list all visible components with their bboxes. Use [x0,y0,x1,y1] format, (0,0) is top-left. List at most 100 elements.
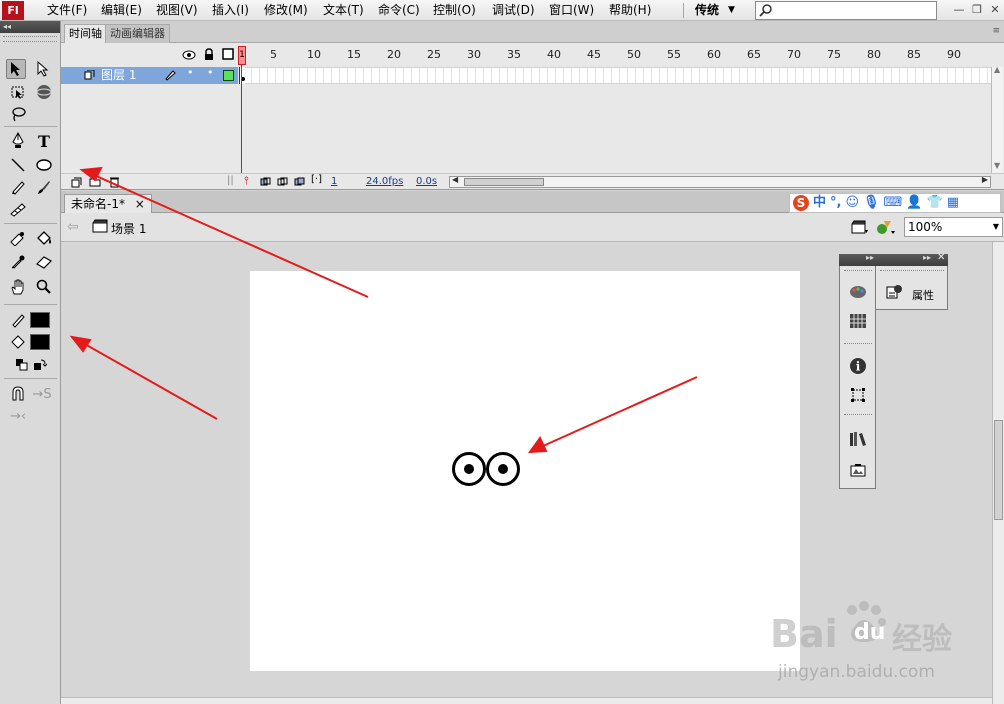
panel-collapse-icon[interactable]: ◂◂ [0,21,60,33]
dock-grip[interactable] [844,414,872,418]
fill-color-icon[interactable] [8,332,28,352]
stage[interactable] [250,271,800,671]
delete-layer-icon[interactable] [109,176,120,188]
playhead[interactable]: 1 [238,46,246,65]
restore-icon[interactable]: ❐ [970,3,984,17]
dock-header[interactable]: ▸▸ ▸▸ ✕ [839,252,948,266]
outline-color-icon[interactable] [223,70,234,81]
dock-grip[interactable] [844,270,872,274]
frames-row[interactable] [243,67,991,84]
menu-modify[interactable]: 修改(M) [264,2,308,19]
onion-skin-outlines-icon[interactable] [277,177,288,187]
skin-icon[interactable]: 👕 [927,195,943,211]
ime-punctuation-toggle[interactable]: °, [830,195,841,211]
right-eye[interactable] [486,452,520,486]
panel-menu-icon[interactable]: ≡ [992,26,1000,36]
paint-bucket-tool-icon[interactable] [34,228,54,248]
timeline-horizontal-scrollbar[interactable]: ◀ ▶ [449,175,991,188]
stage-horizontal-scrollbar[interactable] [61,697,992,704]
dock-grip[interactable] [880,270,944,274]
free-transform-tool-icon[interactable] [8,82,28,102]
components-icon[interactable] [848,460,868,480]
onion-skin-icon[interactable] [260,177,271,187]
back-arrow-icon[interactable]: ⇦ [67,219,79,235]
scrollbar-thumb[interactable] [994,420,1003,520]
chevron-down-icon[interactable]: ▼ [993,218,999,236]
scene-breadcrumb[interactable]: 场景 1 [111,220,146,237]
subselection-tool-icon[interactable] [33,59,53,79]
fill-color-swatch[interactable] [30,334,50,350]
scrollbar-thumb[interactable] [464,178,544,186]
zoom-tool-icon[interactable] [34,277,54,297]
current-frame-readout[interactable]: 1 [331,176,337,187]
pencil-tool-icon[interactable] [8,177,28,197]
menu-commands[interactable]: 命令(C) [378,2,420,19]
grid-menu-icon[interactable]: ▦ [947,195,959,211]
snap-magnet-icon[interactable] [8,384,28,404]
menu-edit[interactable]: 编辑(E) [101,2,142,19]
left-eye[interactable] [452,452,486,486]
smooth-icon[interactable]: →S [32,384,52,404]
library-icon[interactable] [848,429,868,449]
keyboard-icon[interactable]: ⌨ [884,195,903,211]
close-tab-icon[interactable]: × [135,197,145,211]
eraser-tool-icon[interactable] [34,252,54,272]
menu-insert[interactable]: 插入(I) [212,2,249,19]
user-icon[interactable]: 👤 [906,195,922,211]
menu-debug[interactable]: 调试(D) [492,2,535,19]
search-input[interactable] [755,1,937,20]
zoom-dropdown[interactable]: 100% ▼ [904,217,1003,237]
frame-rate-readout[interactable]: 24.0fps [366,176,403,187]
new-layer-icon[interactable] [71,177,82,188]
brush-tool-icon[interactable] [34,177,54,197]
line-tool-icon[interactable] [8,155,28,175]
new-folder-icon[interactable] [89,177,101,187]
center-frame-icon[interactable]: ⫯ [244,174,249,188]
microphone-icon[interactable]: 🎙 [863,195,880,211]
document-tab[interactable]: 未命名-1* × [64,194,152,213]
color-palette-icon[interactable] [848,282,868,302]
lock-icon[interactable] [203,48,215,61]
minimize-icon[interactable]: — [952,3,966,17]
menu-window[interactable]: 窗口(W) [549,2,594,19]
panel-grip[interactable] [3,36,57,42]
menu-file[interactable]: 文件(F) [47,2,87,19]
3d-rotation-tool-icon[interactable] [34,82,54,102]
sogou-logo-icon[interactable]: S [793,195,809,211]
oval-tool-icon[interactable] [34,155,54,175]
modify-onion-markers-icon[interactable]: [·] [311,174,322,185]
edit-multiple-frames-icon[interactable] [294,177,305,187]
menu-view[interactable]: 视图(V) [156,2,198,19]
keyframe[interactable] [239,67,245,84]
selection-tool-icon[interactable] [6,59,26,79]
outline-icon[interactable] [222,48,234,60]
eyedropper-tool-icon[interactable] [8,252,28,272]
emoji-icon[interactable]: ☺ [845,195,859,211]
black-white-icon[interactable] [12,355,32,375]
deco-tool-icon[interactable] [8,199,28,219]
ime-mode-toggle[interactable]: 中 [813,195,826,211]
straighten-icon[interactable]: →‹ [8,406,28,426]
timeline-vertical-scrollbar[interactable]: ▲ ▼ [991,65,1003,173]
swatches-icon[interactable] [848,311,868,331]
visibility-dot-icon[interactable]: • [187,66,194,79]
tab-motion-editor[interactable]: 动画编辑器 [105,24,170,43]
bone-tool-icon[interactable] [8,228,28,248]
edit-scene-icon[interactable] [851,219,869,235]
lock-dot-icon[interactable]: • [207,66,214,79]
close-icon[interactable]: ✕ [937,252,945,263]
menu-help[interactable]: 帮助(H) [609,2,651,19]
show-hide-icon[interactable] [182,49,196,61]
stroke-color-icon[interactable] [8,310,28,330]
info-icon[interactable]: i [848,356,868,376]
lasso-tool-icon[interactable] [8,104,28,124]
text-tool-icon[interactable]: T [34,131,54,151]
stroke-color-swatch[interactable] [30,312,50,328]
properties-panel-tab[interactable]: 属性 [876,266,948,310]
tab-timeline[interactable]: 时间轴 [64,24,107,43]
pen-tool-icon[interactable] [8,131,28,151]
workspace-switcher[interactable]: 传统 [695,2,719,19]
layer-name[interactable]: 图层 1 [101,68,136,83]
transform-icon[interactable] [848,385,868,405]
dock-grip[interactable] [844,343,872,347]
